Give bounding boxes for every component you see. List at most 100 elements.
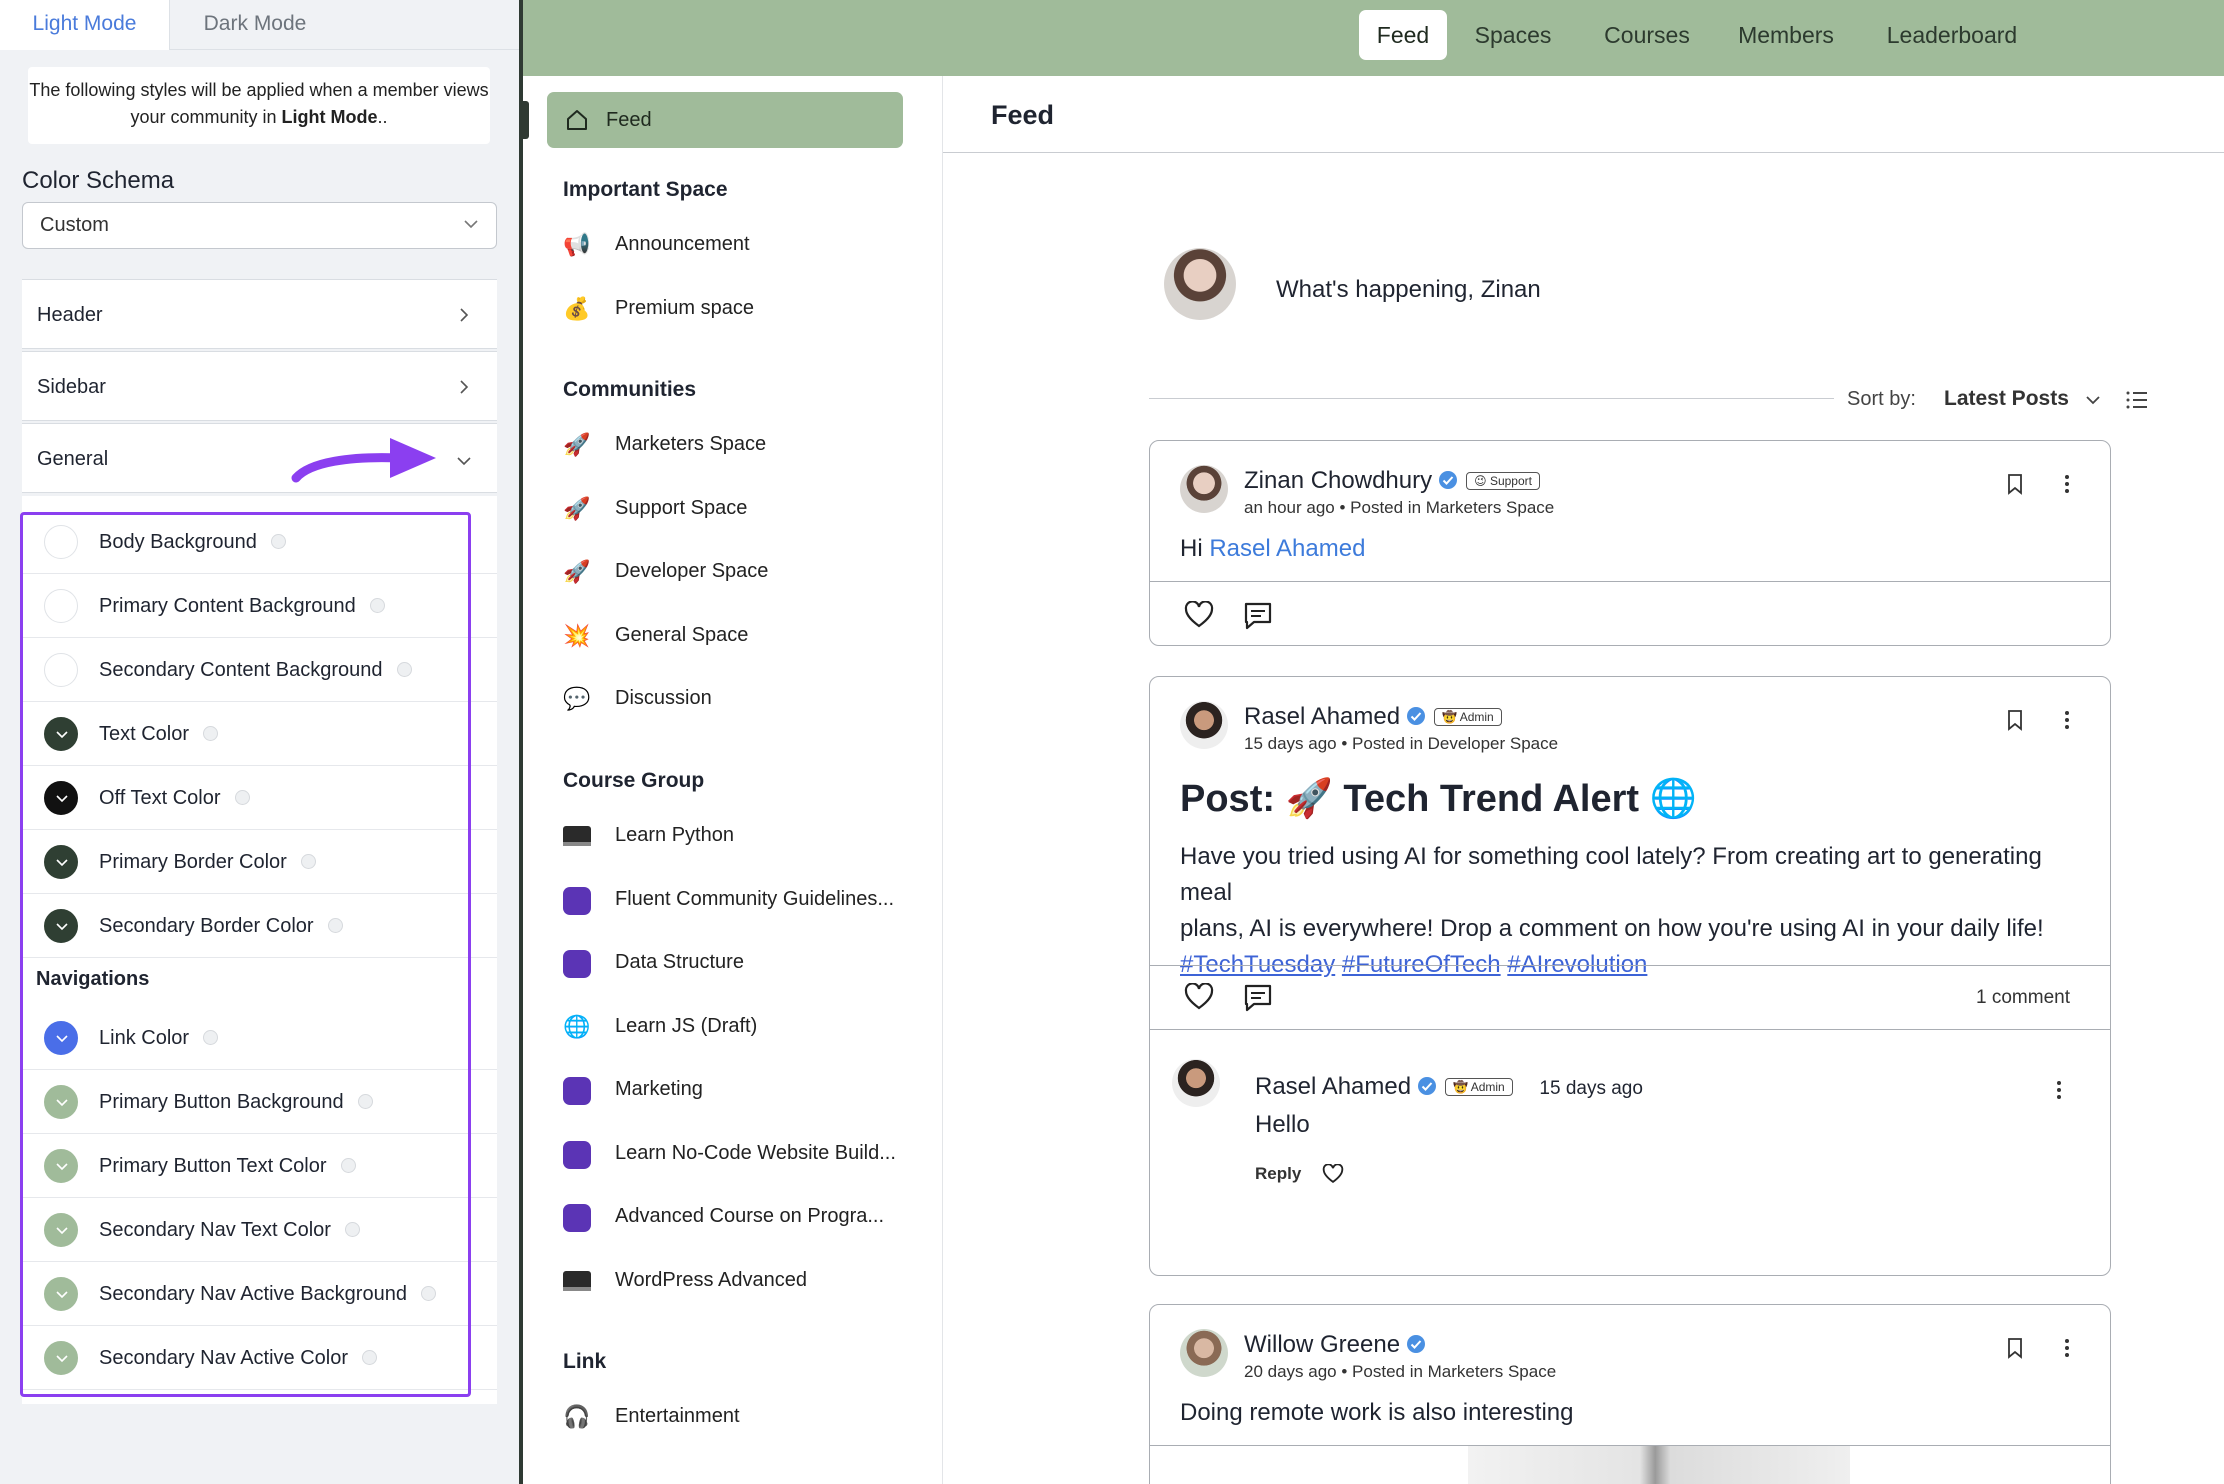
accordion-header[interactable]: Header	[22, 279, 497, 349]
tab-dark-mode[interactable]: Dark Mode	[170, 0, 340, 50]
heart-icon[interactable]	[1322, 1164, 1344, 1184]
post-time[interactable]: 15 days ago	[1244, 734, 1337, 753]
post-image[interactable]	[1468, 1446, 1850, 1484]
color-schema-select[interactable]: Custom	[22, 202, 497, 249]
comment-author[interactable]: Rasel Ahamed 🤠 Admin 15 days ago	[1255, 1073, 1643, 1101]
avatar[interactable]	[1164, 248, 1236, 320]
color-setting-row[interactable]: Link Color	[22, 1006, 497, 1070]
info-icon[interactable]	[270, 534, 286, 549]
color-setting-row[interactable]: Secondary Nav Text Color	[22, 1198, 497, 1262]
author-name[interactable]: Rasel Ahamed	[1244, 703, 1400, 730]
info-icon[interactable]	[203, 1030, 219, 1045]
color-swatch[interactable]	[44, 1085, 78, 1119]
author-name[interactable]: Willow Greene	[1244, 1331, 1400, 1358]
color-setting-row[interactable]: Primary Content Background	[22, 574, 497, 638]
color-swatch[interactable]	[44, 653, 78, 687]
color-setting-row[interactable]: Primary Button Background	[22, 1070, 497, 1134]
color-setting-row[interactable]: Secondary Border Color	[22, 894, 497, 958]
info-icon[interactable]	[234, 790, 250, 805]
reply-button[interactable]: Reply	[1255, 1164, 1301, 1184]
author-name[interactable]: Zinan Chowdhury	[1244, 467, 1432, 494]
color-setting-row[interactable]: Body Background	[22, 510, 497, 574]
comment-time[interactable]: 15 days ago	[1539, 1078, 1643, 1099]
post-space[interactable]: Posted in Developer Space	[1352, 734, 1558, 753]
info-icon[interactable]	[396, 662, 412, 677]
post-author[interactable]: Rasel Ahamed 🤠 Admin	[1244, 703, 1502, 731]
post-time[interactable]: an hour ago	[1244, 498, 1335, 517]
color-swatch[interactable]	[44, 1021, 78, 1055]
accordion-sidebar[interactable]: Sidebar	[22, 351, 497, 421]
sort-label: Sort by:	[1847, 388, 1916, 410]
space-icon: 💥	[563, 622, 591, 648]
color-setting-row[interactable]: Text Color	[22, 702, 497, 766]
bookmark-icon[interactable]	[2006, 1337, 2024, 1359]
list-view-icon[interactable]	[2125, 388, 2149, 412]
post-title[interactable]: Post: 🚀 Tech Trend Alert 🌐	[1180, 777, 1697, 821]
chevron-down-icon[interactable]	[2085, 394, 2101, 406]
comment-count[interactable]: 1 comment	[1976, 987, 2070, 1009]
color-swatch[interactable]	[44, 717, 78, 751]
color-swatch[interactable]	[44, 781, 78, 815]
color-swatch[interactable]	[44, 845, 78, 879]
color-setting-row[interactable]: Primary Border Color	[22, 830, 497, 894]
space-icon	[563, 823, 591, 849]
more-options-icon[interactable]	[2056, 1079, 2062, 1101]
mention-link[interactable]: Rasel Ahamed	[1209, 535, 1365, 562]
color-swatch[interactable]	[44, 589, 78, 623]
nav-spaces[interactable]: Spaces	[1467, 10, 1559, 60]
color-setting-row[interactable]: Off Text Color	[22, 766, 497, 830]
info-icon[interactable]	[327, 918, 343, 933]
info-icon[interactable]	[300, 854, 316, 869]
sidebar-group-title: Course Group	[563, 769, 705, 792]
sidebar-item-feed[interactable]: Feed	[547, 92, 903, 148]
info-icon[interactable]	[203, 726, 219, 741]
color-swatch[interactable]	[44, 1341, 78, 1375]
heart-icon[interactable]	[1184, 601, 1214, 629]
color-swatch[interactable]	[44, 1149, 78, 1183]
post-space[interactable]: Posted in Marketers Space	[1350, 498, 1554, 517]
color-swatch[interactable]	[44, 525, 78, 559]
bookmark-icon[interactable]	[2006, 473, 2024, 495]
info-icon[interactable]	[420, 1286, 436, 1301]
more-options-icon[interactable]	[2064, 473, 2070, 495]
info-icon[interactable]	[369, 598, 385, 613]
space-icon	[563, 1077, 591, 1105]
comment-icon[interactable]	[1242, 983, 1274, 1013]
post-space[interactable]: Posted in Marketers Space	[1352, 1362, 1556, 1381]
sort-select[interactable]: Latest Posts	[1944, 387, 2069, 411]
chevron-down-icon	[56, 1099, 68, 1107]
post-author[interactable]: Willow Greene	[1244, 1331, 1426, 1359]
color-setting-row[interactable]: Secondary Content Background	[22, 638, 497, 702]
info-icon[interactable]	[344, 1222, 360, 1237]
space-icon	[563, 1140, 591, 1169]
nav-members[interactable]: Members	[1731, 10, 1841, 60]
color-swatch[interactable]	[44, 1213, 78, 1247]
tab-light-mode[interactable]: Light Mode	[0, 0, 170, 50]
color-setting-row[interactable]: Secondary Nav Active Color	[22, 1326, 497, 1390]
nav-courses[interactable]: Courses	[1597, 10, 1697, 60]
nav-feed[interactable]: Feed	[1359, 10, 1447, 60]
color-setting-row[interactable]: Secondary Nav Active Background	[22, 1262, 497, 1326]
avatar[interactable]	[1180, 465, 1228, 513]
heart-icon[interactable]	[1184, 983, 1214, 1011]
info-icon[interactable]	[340, 1158, 356, 1173]
accordion-general[interactable]: General	[22, 423, 497, 493]
avatar[interactable]	[1180, 1329, 1228, 1377]
author-name[interactable]: Rasel Ahamed	[1255, 1073, 1411, 1100]
info-icon[interactable]	[357, 1094, 373, 1109]
divider	[943, 152, 2224, 153]
avatar[interactable]	[1172, 1059, 1220, 1107]
color-swatch[interactable]	[44, 909, 78, 943]
color-setting-row[interactable]: Primary Button Text Color	[22, 1134, 497, 1198]
color-swatch[interactable]	[44, 1277, 78, 1311]
more-options-icon[interactable]	[2064, 1337, 2070, 1359]
post-author[interactable]: Zinan Chowdhury 😉 Support	[1244, 467, 1540, 495]
nav-leaderboard[interactable]: Leaderboard	[1877, 10, 2027, 60]
comment-icon[interactable]	[1242, 601, 1274, 631]
composer-input[interactable]: What's happening, Zinan	[1276, 276, 1541, 304]
post-time[interactable]: 20 days ago	[1244, 1362, 1337, 1381]
info-icon[interactable]	[362, 1350, 378, 1365]
more-options-icon[interactable]	[2064, 709, 2070, 731]
bookmark-icon[interactable]	[2006, 709, 2024, 731]
avatar[interactable]	[1180, 701, 1228, 749]
